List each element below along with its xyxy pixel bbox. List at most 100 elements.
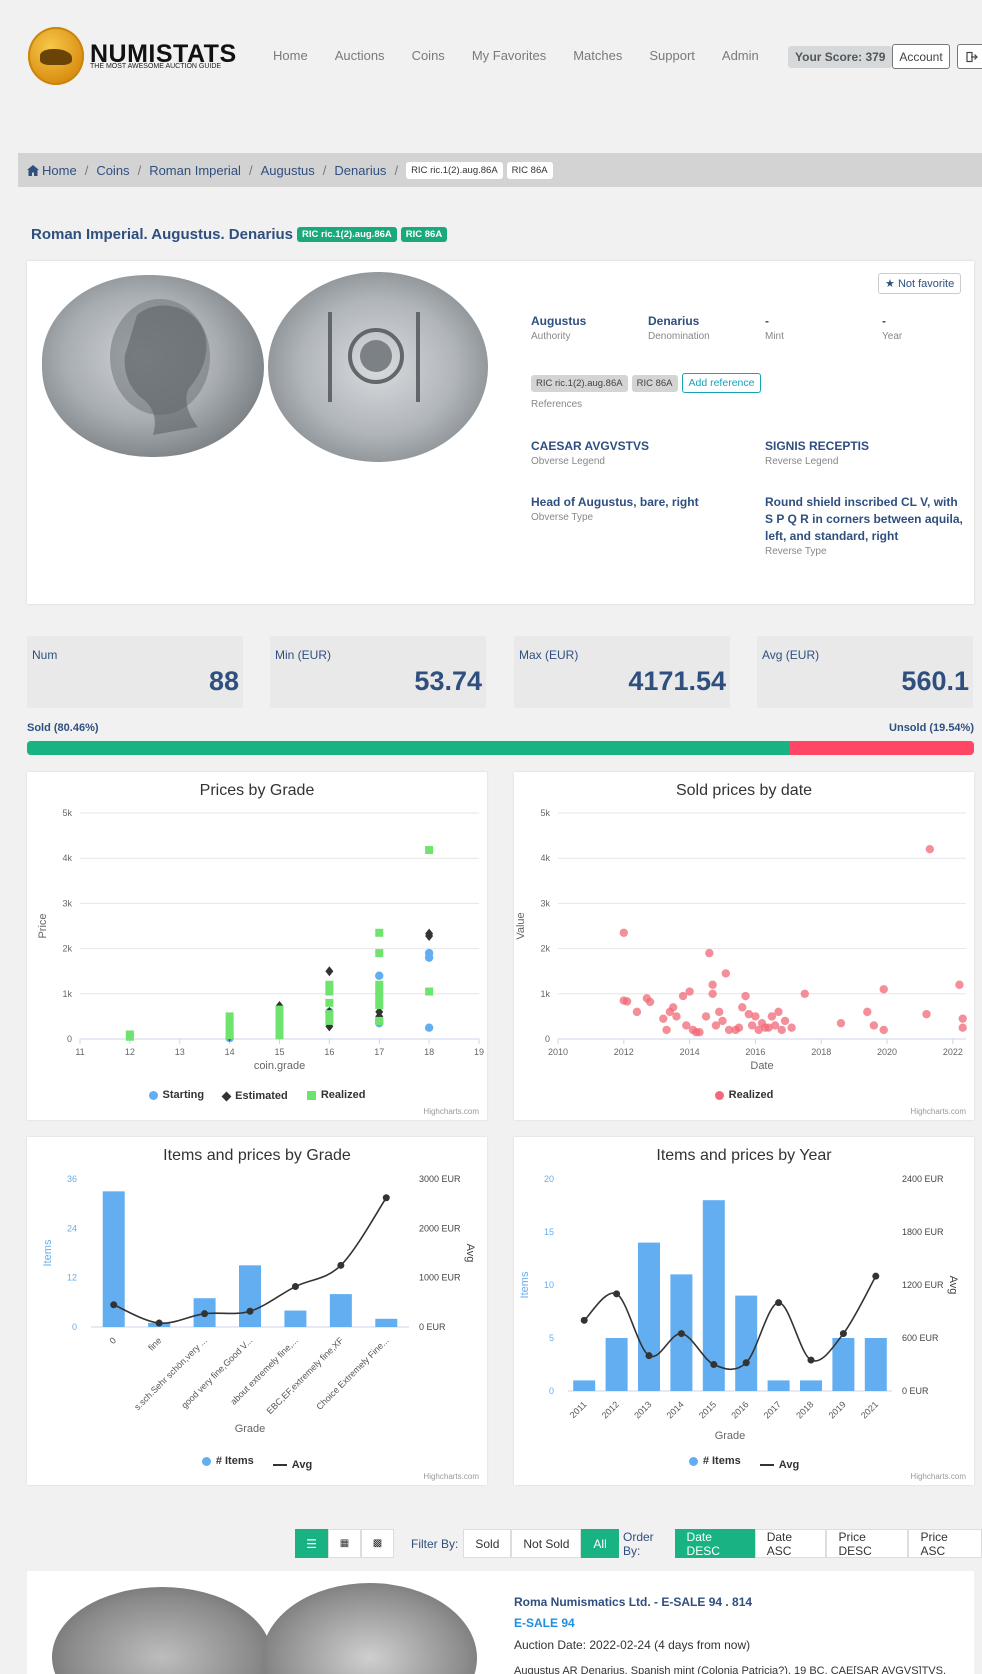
- bar-mark[interactable]: [573, 1380, 596, 1391]
- bar-mark[interactable]: [375, 1318, 398, 1327]
- line-point[interactable]: [677, 1330, 685, 1338]
- list-view-button[interactable]: ☰: [295, 1529, 328, 1558]
- data-point[interactable]: [424, 1023, 434, 1032]
- bar-mark[interactable]: [284, 1310, 307, 1327]
- data-point[interactable]: [800, 989, 809, 998]
- line-point[interactable]: [201, 1310, 209, 1318]
- data-point[interactable]: [685, 987, 694, 996]
- data-point[interactable]: [375, 949, 384, 958]
- data-point[interactable]: [708, 980, 717, 989]
- line-point[interactable]: [645, 1352, 653, 1360]
- data-point[interactable]: [738, 1003, 747, 1012]
- data-point[interactable]: [925, 844, 935, 854]
- line-point[interactable]: [775, 1299, 783, 1307]
- bar-mark[interactable]: [864, 1338, 887, 1391]
- order-price-asc-button[interactable]: Price ASC: [908, 1529, 982, 1558]
- grid-large-view-button[interactable]: ▩: [361, 1529, 394, 1558]
- legend-item-avg[interactable]: Avg: [759, 1459, 799, 1471]
- line-point[interactable]: [246, 1307, 254, 1315]
- nav-coins[interactable]: Coins: [412, 48, 445, 63]
- data-point[interactable]: [879, 1025, 888, 1035]
- bar-mark[interactable]: [800, 1380, 822, 1391]
- data-point[interactable]: [879, 985, 888, 994]
- order-date-asc-button[interactable]: Date ASC: [754, 1529, 827, 1558]
- account-button[interactable]: Account: [892, 44, 950, 69]
- data-point[interactable]: [718, 1016, 727, 1026]
- line-point[interactable]: [110, 1301, 118, 1309]
- bar-mark[interactable]: [329, 1294, 352, 1327]
- data-point[interactable]: [645, 997, 655, 1007]
- data-point[interactable]: [715, 1007, 724, 1017]
- data-point[interactable]: [787, 1023, 796, 1032]
- bar-mark[interactable]: [605, 1338, 628, 1391]
- data-point[interactable]: [863, 1007, 872, 1017]
- line-point[interactable]: [291, 1283, 299, 1291]
- add-reference-button[interactable]: Add reference: [681, 373, 762, 393]
- data-point[interactable]: [275, 1031, 284, 1040]
- logo-coin-icon[interactable]: [28, 27, 84, 85]
- nav-matches[interactable]: Matches: [573, 48, 622, 63]
- legend-item-items[interactable]: # Items: [201, 1455, 254, 1467]
- nav-admin[interactable]: Admin: [722, 48, 759, 63]
- line-point[interactable]: [155, 1319, 163, 1327]
- lot-auction-house[interactable]: Roma Numismatics Ltd. - E-SALE 94 . 814: [514, 1595, 752, 1609]
- breadcrumb-home[interactable]: Home: [42, 163, 77, 178]
- coin-reverse-image[interactable]: [268, 272, 488, 462]
- line-point[interactable]: [580, 1316, 588, 1324]
- filter-not-sold-button[interactable]: Not Sold: [511, 1529, 582, 1558]
- data-point[interactable]: [777, 1025, 786, 1035]
- line-point[interactable]: [807, 1356, 815, 1364]
- nav-my-favorites[interactable]: My Favorites: [472, 48, 546, 63]
- data-point[interactable]: [741, 991, 750, 1001]
- data-point[interactable]: [659, 1014, 668, 1023]
- data-point[interactable]: [425, 846, 434, 855]
- order-date-desc-button[interactable]: Date DESC: [674, 1529, 755, 1558]
- data-point[interactable]: [632, 1007, 642, 1017]
- data-point[interactable]: [701, 1012, 711, 1021]
- data-point[interactable]: [622, 997, 632, 1006]
- bar-mark[interactable]: [832, 1338, 855, 1391]
- data-point[interactable]: [668, 1003, 678, 1012]
- line-point[interactable]: [613, 1290, 621, 1298]
- nav-support[interactable]: Support: [649, 48, 695, 63]
- line-point[interactable]: [710, 1361, 718, 1368]
- legend-item-realized[interactable]: Realized: [306, 1089, 365, 1101]
- data-point[interactable]: [424, 953, 434, 962]
- lot-coin-obverse-image[interactable]: [52, 1587, 272, 1674]
- data-point[interactable]: [325, 987, 334, 996]
- data-point[interactable]: [662, 1025, 671, 1035]
- line-point[interactable]: [382, 1194, 390, 1202]
- legend-item-items[interactable]: # Items: [688, 1455, 741, 1467]
- nav-home[interactable]: Home: [273, 48, 308, 63]
- data-point[interactable]: [375, 971, 384, 980]
- line-point[interactable]: [872, 1272, 880, 1280]
- nav-auctions[interactable]: Auctions: [335, 48, 385, 63]
- line-point[interactable]: [742, 1359, 750, 1367]
- filter-all-button[interactable]: All: [581, 1529, 619, 1558]
- legend-item-avg[interactable]: Avg: [272, 1459, 312, 1471]
- bar-mark[interactable]: [735, 1295, 758, 1391]
- lot-coin-reverse-image[interactable]: [262, 1583, 477, 1674]
- favorite-toggle-button[interactable]: ★ Not favorite: [878, 273, 962, 294]
- bar-mark[interactable]: [239, 1265, 261, 1327]
- legend-item-realized[interactable]: Realized: [714, 1089, 773, 1101]
- data-point[interactable]: [774, 1007, 783, 1017]
- breadcrumb-coins[interactable]: Coins: [96, 163, 129, 178]
- data-point[interactable]: [695, 1028, 704, 1037]
- grid-small-view-button[interactable]: ▦: [328, 1529, 361, 1558]
- data-point[interactable]: [325, 1016, 334, 1025]
- data-point[interactable]: [425, 987, 434, 996]
- data-point[interactable]: [922, 1009, 931, 1019]
- data-point[interactable]: [751, 1012, 760, 1021]
- data-point[interactable]: [375, 928, 384, 937]
- line-point[interactable]: [337, 1261, 345, 1269]
- data-point[interactable]: [619, 928, 629, 937]
- breadcrumb-roman-imperial[interactable]: Roman Imperial: [149, 163, 241, 178]
- data-point[interactable]: [869, 1021, 879, 1030]
- lot-sale-link[interactable]: E-SALE 94: [514, 1616, 575, 1630]
- data-point[interactable]: [836, 1018, 846, 1028]
- data-point[interactable]: [721, 969, 731, 978]
- bar-mark[interactable]: [767, 1380, 790, 1391]
- data-point[interactable]: [958, 1023, 967, 1032]
- data-point[interactable]: [672, 1012, 681, 1021]
